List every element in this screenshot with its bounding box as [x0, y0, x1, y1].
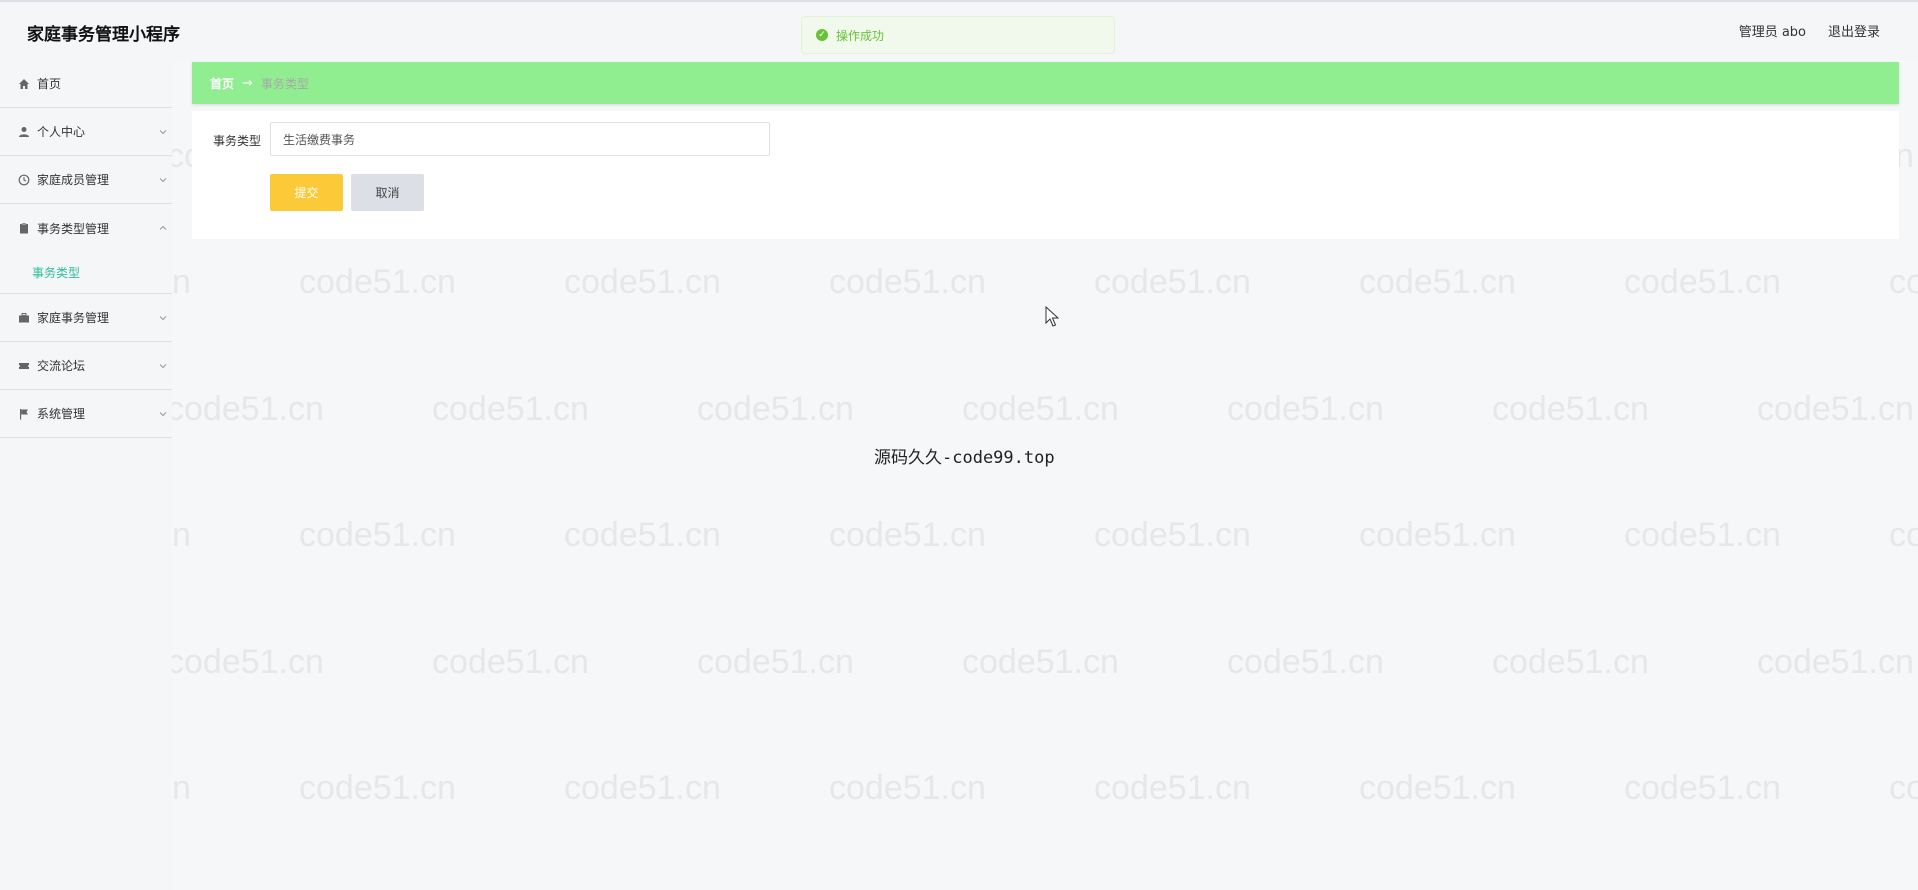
sidebar-item-label: 家庭事务管理 — [37, 311, 110, 325]
sidebar-item-system-management[interactable]: 系统管理 — [0, 390, 172, 438]
watermark-text: code51.cn — [1492, 642, 1649, 681]
watermark-text: code51.cn — [432, 389, 589, 428]
watermark-text: code51.cn — [1227, 389, 1384, 428]
watermark-text: code51.cn — [829, 769, 986, 807]
affair-type-label: 事务类型 — [213, 134, 262, 148]
arrow-right-icon: → — [242, 75, 253, 91]
watermark-text: code51.cn — [1889, 769, 1918, 807]
watermark-text: code51.cn — [1094, 263, 1251, 301]
submenu-item-affair-type[interactable]: 事务类型 — [0, 252, 172, 294]
edit-form: 事务类型 提交 取消 — [192, 111, 1899, 239]
mouse-cursor-icon — [1045, 306, 1059, 327]
sidebar-item-family-affairs[interactable]: 家庭事务管理 — [0, 294, 172, 342]
logout-link[interactable]: 退出登录 — [1828, 21, 1880, 40]
watermark-text: code51.cn — [564, 263, 721, 301]
ticket-icon — [18, 360, 30, 372]
chevron-down-icon — [159, 129, 167, 134]
watermark-text: code51.cn — [1624, 263, 1781, 301]
app-root: code51.cn code51.cn code51.cn code51.cn code… — [0, 0, 1918, 890]
chevron-down-icon — [159, 411, 167, 416]
breadcrumb-home-link[interactable]: 首页 — [210, 75, 234, 92]
briefcase-icon — [18, 312, 30, 324]
watermark-text: code51.cn — [167, 642, 324, 681]
watermark-text: code51.cn — [299, 263, 456, 301]
watermark-text: code51.cn — [1624, 769, 1781, 807]
watermark-text: code51.cn — [432, 642, 589, 681]
watermark-text: code51.cn — [1624, 516, 1781, 554]
affair-type-input[interactable] — [270, 122, 770, 156]
home-icon — [18, 78, 30, 90]
breadcrumb-current: 事务类型 — [260, 76, 309, 91]
breadcrumb: 首页 → 事务类型 — [192, 62, 1899, 104]
watermark-text: code51.cn — [697, 389, 854, 428]
app-title: 家庭事务管理小程序 — [27, 25, 180, 45]
watermark-text: code51.cn — [1359, 263, 1516, 301]
sidebar-item-home[interactable]: 首页 — [0, 60, 172, 108]
sidebar-item-label: 首页 — [37, 77, 62, 91]
submit-button[interactable]: 提交 — [270, 174, 343, 211]
watermark-text: code51.cn — [1757, 642, 1914, 681]
chevron-down-icon — [159, 315, 167, 320]
flag-icon — [18, 408, 30, 420]
watermark-text: code51.cn — [564, 516, 721, 554]
sidebar-item-label: 系统管理 — [37, 407, 86, 421]
success-toast: ✓ 操作成功 — [801, 16, 1115, 54]
chevron-up-icon — [159, 225, 167, 230]
user-icon — [18, 126, 30, 138]
footer-text: 源码久久-code99.top — [874, 448, 1055, 468]
watermark-text: code51.cn — [299, 769, 456, 807]
sidebar-item-personal-center[interactable]: 个人中心 — [0, 108, 172, 156]
sidebar-item-forum[interactable]: 交流论坛 — [0, 342, 172, 390]
watermark-text: code51.cn — [829, 263, 986, 301]
watermark-text: code51.cn — [1889, 263, 1918, 301]
watermark-text: code51.cn — [1094, 769, 1251, 807]
chevron-down-icon — [159, 363, 167, 368]
toast-message: 操作成功 — [836, 28, 885, 43]
sidebar-item-label: 个人中心 — [37, 125, 86, 139]
watermark-text: code51.cn — [564, 769, 721, 807]
sidebar: 首页 个人中心 家庭成员管理 事务类型管理 事务类型 家庭事务管理 交流论坛 系… — [0, 60, 172, 890]
check-circle-icon: ✓ — [816, 29, 828, 41]
clock-icon — [18, 174, 30, 186]
watermark-text: code51.cn — [1757, 389, 1914, 428]
chevron-down-icon — [159, 177, 167, 182]
watermark-text: code51.cn — [1492, 389, 1649, 428]
sidebar-item-family-members[interactable]: 家庭成员管理 — [0, 156, 172, 204]
watermark-text: code51.cn — [962, 389, 1119, 428]
cancel-button[interactable]: 取消 — [351, 174, 424, 211]
sidebar-item-affair-type-management[interactable]: 事务类型管理 — [0, 204, 172, 252]
watermark-text: code51.cn — [1359, 516, 1516, 554]
watermark-text: code51.cn — [299, 516, 456, 554]
watermark-text: code51.cn — [1359, 769, 1516, 807]
watermark-text: code51.cn — [829, 516, 986, 554]
watermark-text: code51.cn — [1889, 516, 1918, 554]
sidebar-item-label: 交流论坛 — [37, 359, 86, 373]
sidebar-item-label: 家庭成员管理 — [37, 173, 110, 187]
sidebar-item-label: 事务类型管理 — [37, 221, 110, 236]
watermark-text: code51.cn — [962, 642, 1119, 681]
watermark-text: code51.cn — [167, 389, 324, 428]
watermark-text: code51.cn — [1094, 516, 1251, 554]
admin-label: 管理员 abo — [1738, 25, 1806, 40]
watermark-text: code51.cn — [697, 642, 854, 681]
clipboard-icon — [18, 222, 30, 234]
watermark-text: code51.cn — [1227, 642, 1384, 681]
